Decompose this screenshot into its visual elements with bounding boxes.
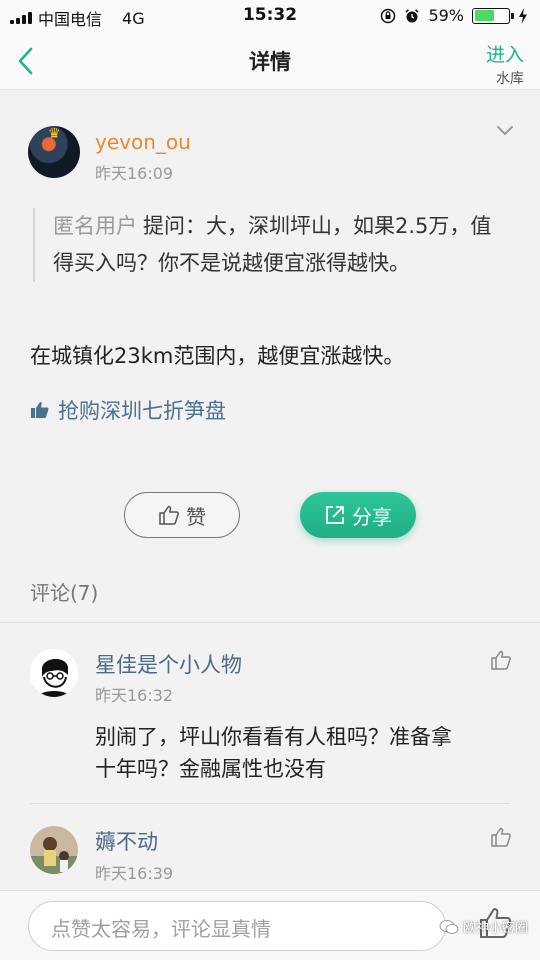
comment-author[interactable]: 薅不动 [95, 826, 158, 856]
like-label: 赞 [186, 504, 206, 529]
watermark-label: 欧神小密圈 [462, 921, 528, 936]
enter-sub-label: 水库 [496, 71, 524, 87]
comment-time: 昨天16:32 [95, 686, 174, 705]
quote-author: 匿名用户 [53, 214, 137, 238]
like-button[interactable]: 赞 [124, 492, 240, 538]
battery-fill [474, 10, 494, 21]
avatar-photo [30, 826, 78, 874]
quoted-question: 匿名用户 提问：大，深圳坪山，如果2.5万，值得买入吗？你不是说越便宜涨得越快。 [33, 208, 503, 282]
list-item: 薅不动 昨天16:39 [0, 804, 540, 890]
post-time: 昨天16:09 [95, 164, 174, 183]
avatar-sketch [30, 649, 78, 697]
comment-body: 别闹了，坪山你看看有人租吗？准备拿十年吗？金融属性也没有 [95, 725, 452, 781]
chevron-down-icon[interactable] [496, 124, 514, 138]
comment-like-icon[interactable] [490, 649, 512, 671]
comment-author[interactable]: 星佳是个小人物 [95, 649, 242, 679]
wechat-icon [439, 919, 459, 934]
rotation-lock-icon [381, 8, 396, 23]
page-title: 详情 [249, 50, 291, 74]
share-label: 分享 [352, 504, 392, 529]
post-detail: ♛ yevon_ou 昨天16:09 匿名用户 提问：大，深圳坪山，如果2.5万，… [0, 90, 540, 890]
avatar[interactable] [30, 826, 78, 874]
enter-label: 进入 [485, 44, 524, 66]
promo-link[interactable]: 抢购深圳七折笋盘 [30, 395, 226, 425]
thumbs-up-outline-icon [159, 505, 179, 525]
status-right: 59% [380, 6, 528, 25]
comment-input[interactable]: 点赞太容易，评论显真情 [28, 901, 446, 951]
avatar[interactable] [30, 649, 78, 697]
crown-icon: ♛ [48, 126, 61, 142]
watermark: 欧神小密圈 [439, 917, 528, 936]
enter-button[interactable]: 进入 水库 [486, 40, 524, 88]
post-answer: 在城镇化23km范围内，越便宜涨越快。 [30, 344, 405, 368]
alarm-icon [405, 8, 419, 22]
battery-icon [472, 7, 514, 24]
status-bar: 中国电信 4G 15:32 59% [0, 0, 540, 32]
nav-bar: 详情 进入 水库 [0, 32, 540, 90]
battery-percent: 59% [428, 6, 464, 25]
comments-header: 评论(7) [30, 581, 99, 605]
share-icon [326, 506, 344, 524]
comment-bar: 点赞太容易，评论显真情 欧神小密圈 [0, 890, 540, 960]
promo-label: 抢购深圳七折笋盘 [58, 399, 226, 423]
comment-like-icon[interactable] [490, 826, 512, 848]
list-item: 星佳是个小人物 昨天16:32 别闹了，坪山你看看有人租吗？准备拿十年吗？金融属… [0, 623, 540, 803]
comment-time: 昨天16:39 [95, 864, 174, 883]
avatar[interactable]: ♛ [28, 126, 80, 178]
thumbs-up-icon [31, 402, 49, 418]
post-username[interactable]: yevon_ou [95, 130, 191, 154]
charging-icon [519, 7, 527, 24]
share-button[interactable]: 分享 [300, 492, 416, 538]
